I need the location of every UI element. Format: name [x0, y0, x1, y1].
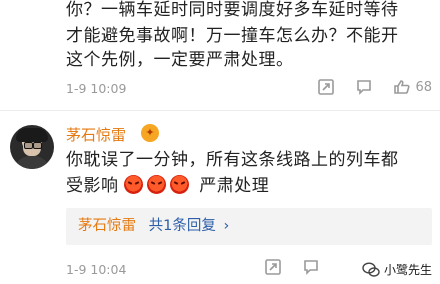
post2-text-suffix: 严肃处理 — [199, 176, 270, 196]
post1-text-line-3: 这个先例，一定要严肃处理。 — [66, 50, 294, 70]
post2-text-line-2: 受影响 严肃处理 — [66, 174, 269, 198]
post1-text-line-2: 才能避免事故啊！万一撞车怎么办？不能开 — [66, 26, 399, 46]
post2-username[interactable]: 茅石惊雷 — [66, 124, 126, 145]
share-icon[interactable] — [317, 78, 335, 96]
like-icon — [394, 80, 411, 94]
watermark: 小鹭先生 — [362, 261, 432, 278]
post2-timestamp: 1-9 10:04 — [66, 262, 127, 277]
wechat-icon — [362, 261, 380, 277]
post1-actions: 68 — [317, 78, 432, 96]
like-button[interactable]: 68 — [393, 78, 432, 96]
fire-badge-icon: ✦ — [141, 124, 159, 142]
post2-text-line-1: 你耽误了一分钟，所有这条线路上的列车都 — [66, 150, 399, 170]
post2-text-prefix: 受影响 — [66, 176, 119, 196]
share-icon[interactable] — [264, 258, 282, 276]
comment-icon[interactable] — [355, 78, 373, 96]
avatar[interactable] — [10, 125, 54, 169]
angry-emoji-icon — [124, 175, 144, 194]
reply-author[interactable]: 茅石惊雷 — [78, 218, 136, 234]
post1-timestamp: 1-9 10:09 — [66, 81, 127, 96]
angry-emoji-icon — [147, 175, 167, 194]
chevron-right-icon: › — [223, 218, 230, 234]
reply-preview[interactable]: 茅石惊雷 共1条回复 › — [66, 208, 432, 245]
post2-actions — [264, 258, 320, 276]
watermark-text: 小鹭先生 — [383, 263, 432, 277]
reply-count-link[interactable]: 共1条回复 — [149, 218, 216, 234]
like-count: 68 — [415, 79, 432, 95]
divider — [0, 110, 440, 111]
post1-text-line-1: 你？一辆车延时同时要调度好多车延时等待 — [66, 0, 399, 20]
comment-icon[interactable] — [302, 258, 320, 276]
angry-emoji-icon — [170, 175, 190, 194]
